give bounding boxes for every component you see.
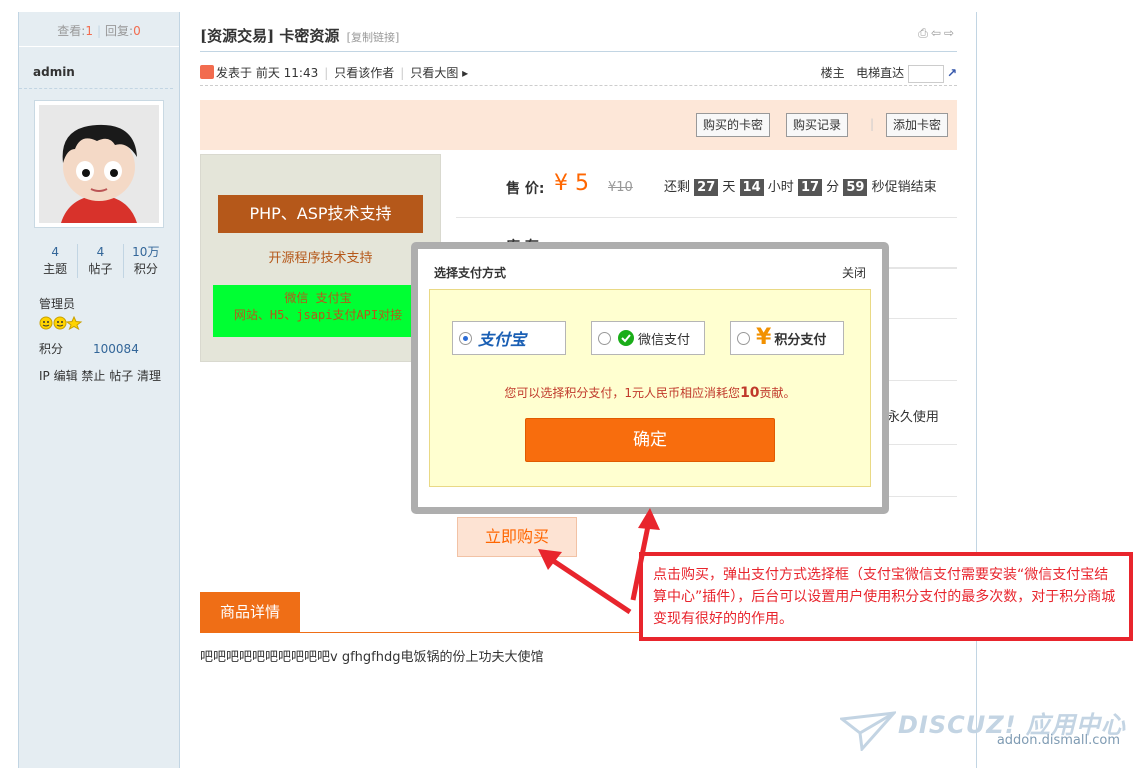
countdown-minutes: 17	[797, 179, 823, 196]
views-label: 查看:	[57, 24, 86, 38]
add-card-button[interactable]: 添加卡密	[886, 113, 949, 137]
price-row: 售 价: ¥ 5 ¥10 还剩 27 天 14 小时 17 分 59 秒促销结束	[456, 162, 957, 218]
radio-points[interactable]	[737, 331, 750, 345]
replies-count: 0	[133, 24, 141, 38]
thread-header-icons: ⎙⇦⇨	[918, 26, 957, 41]
countdown-hours: 14	[739, 179, 764, 196]
count-topics[interactable]: 4 主题	[33, 244, 79, 278]
pay-option-alipay[interactable]: 支付宝	[452, 321, 566, 355]
buy-now-button[interactable]: 立即购买	[457, 517, 577, 557]
banner-payment-box: 微信 支付宝 网站、H5、jsapi支付API对接	[213, 285, 423, 337]
credit-value: 100084	[93, 342, 139, 356]
discuz-logo: DISCUZ! 应用中心 addon.dismall.com	[840, 705, 1130, 755]
big-image-link[interactable]: 只看大图	[410, 66, 458, 80]
card-toolbar: 购买的卡密 购买记录 | 添加卡密	[200, 100, 957, 150]
promo-countdown: 还剩 27 天 14 小时 17 分 59 秒促销结束	[664, 179, 937, 196]
author-counts: 4 主题 4 帖子 10万 积分	[33, 244, 168, 278]
countdown-seconds: 59	[843, 179, 868, 196]
prev-thread-icon[interactable]: ⇦	[931, 26, 944, 40]
dialog-body: 支付宝 微信支付 ¥ 积分支付 您可以选择积分支付，1元人民币相应消耗您10贡献…	[429, 289, 871, 487]
thread-header: [资源交易] 卡密资源 [复制链接] ⎙⇦⇨	[200, 12, 957, 52]
current-price: ¥ 5	[554, 171, 589, 196]
tab-product-details[interactable]: 商品详情	[200, 592, 300, 632]
paper-plane-icon	[840, 711, 896, 751]
credit-label: 积分	[39, 342, 64, 356]
triangle-right-icon: ▸	[462, 66, 469, 80]
jump-label: 电梯直达	[856, 66, 905, 80]
thread-title: [资源交易] 卡密资源 [复制链接]	[200, 27, 400, 45]
user-group[interactable]: 管理员	[39, 295, 75, 312]
countdown-days: 27	[694, 179, 719, 196]
confirm-button[interactable]: 确定	[525, 418, 775, 462]
views-count: 1	[85, 24, 93, 38]
pay-option-wechat[interactable]: 微信支付	[591, 321, 705, 355]
purchased-cards-button[interactable]: 购买的卡密	[696, 113, 771, 137]
next-thread-icon[interactable]: ⇨	[944, 26, 957, 40]
print-icon[interactable]: ⎙	[918, 26, 931, 40]
radio-wechat[interactable]	[598, 331, 611, 345]
admin-links[interactable]: IP 编辑 禁止 帖子 清理	[39, 367, 161, 384]
credit-row: 积分 100084	[39, 340, 139, 357]
banner-subtitle: 开源程序技术支持	[268, 251, 373, 266]
payment-method-dialog: 选择支付方式 关闭 支付宝 微信支付 ¥ 积分支付 您可以选择积分支付，1元人民…	[411, 242, 889, 514]
replies-label: 回复:	[105, 24, 134, 38]
author-only-link[interactable]: 只看该作者	[334, 66, 394, 80]
avatar[interactable]	[34, 100, 164, 228]
count-posts[interactable]: 4 帖子	[78, 244, 124, 278]
post-meta: 发表于 前天 11:43 | 只看该作者 | 只看大图 ▸ 楼主 电梯直达 ↗	[200, 62, 957, 86]
annotation-callout: 点击购买，弹出支付方式选择框（支付宝微信支付需要安装“微信支付宝结算中心”插件）…	[639, 552, 1133, 641]
count-credits[interactable]: 10万 积分	[124, 244, 168, 278]
jump-floor-input[interactable]	[907, 64, 944, 83]
user-medals	[39, 315, 87, 333]
author-sidebar: 查看:1 | 回复:0 admin 4 主题 4 帖子 10万 积分 管理员 积…	[18, 12, 180, 768]
avatar-image	[39, 105, 159, 223]
radio-alipay[interactable]	[459, 331, 472, 345]
dialog-close-button[interactable]: 关闭	[842, 264, 866, 281]
dialog-title: 选择支付方式	[434, 266, 507, 280]
pay-option-points[interactable]: ¥ 积分支付	[730, 321, 844, 355]
points-tip: 您可以选择积分支付，1元人民币相应消耗您10贡献。	[504, 385, 796, 401]
author-username[interactable]: admin	[19, 47, 173, 89]
author-icon	[200, 65, 214, 79]
wechat-pay-icon	[618, 330, 634, 346]
floor-owner: 楼主	[820, 66, 845, 80]
avatar-cartoon-icon	[39, 105, 159, 223]
smiley-star-icon	[39, 315, 83, 331]
price-label: 售 价:	[506, 181, 545, 197]
jump-go-icon[interactable]: ↗	[947, 66, 957, 80]
product-description: 吧吧吧吧吧吧吧吧吧吧v gfhgfhdg电饭锅的份上功夫大使馆	[200, 650, 544, 665]
banner-title: PHP、ASP技术支持	[218, 195, 423, 233]
copy-link[interactable]: [复制链接]	[347, 31, 400, 44]
thread-stats: 查看:1 | 回复:0	[19, 12, 179, 47]
post-time: 发表于 前天 11:43	[216, 66, 319, 80]
alipay-logo: 支付宝	[478, 330, 527, 349]
product-banner: PHP、ASP技术支持 开源程序技术支持 微信 支付宝 网站、H5、jsapi支…	[200, 154, 441, 362]
yuan-icon: ¥	[756, 325, 772, 350]
purchase-records-button[interactable]: 购买记录	[786, 113, 849, 137]
original-price: ¥10	[608, 180, 633, 195]
